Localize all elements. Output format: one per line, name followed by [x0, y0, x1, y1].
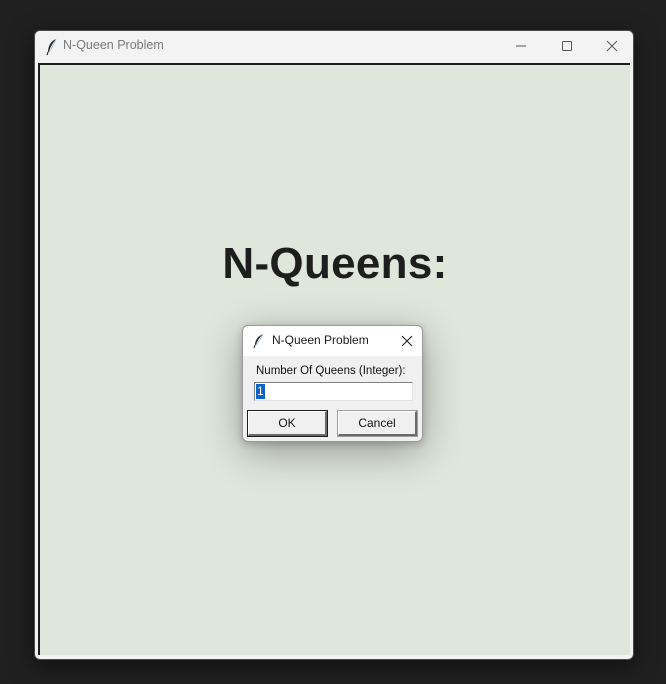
- dialog-close-button[interactable]: [398, 332, 416, 350]
- close-button[interactable]: [589, 31, 633, 61]
- titlebar[interactable]: N-Queen Problem: [35, 31, 633, 63]
- dialog-titlebar[interactable]: N-Queen Problem: [243, 326, 422, 356]
- dialog-title: N-Queen Problem: [272, 333, 369, 347]
- input-dialog: N-Queen Problem Number Of Queens (Intege…: [242, 325, 423, 442]
- input-selected-text: 1: [256, 384, 265, 399]
- maximize-icon: [561, 37, 573, 56]
- close-icon: [606, 37, 618, 56]
- maximize-button[interactable]: [544, 31, 590, 61]
- feather-icon: [253, 333, 265, 349]
- page-title: N-Queens:: [222, 239, 448, 288]
- window-title: N-Queen Problem: [63, 38, 164, 52]
- minimize-button[interactable]: [498, 31, 544, 61]
- cancel-button[interactable]: Cancel: [337, 410, 418, 437]
- queens-prompt-label: Number Of Queens (Integer):: [256, 365, 406, 377]
- minimize-icon: [515, 37, 527, 56]
- close-icon: [401, 332, 413, 351]
- ok-button[interactable]: OK: [247, 410, 328, 437]
- feather-icon: [45, 38, 59, 56]
- queens-count-input[interactable]: 1: [254, 382, 413, 401]
